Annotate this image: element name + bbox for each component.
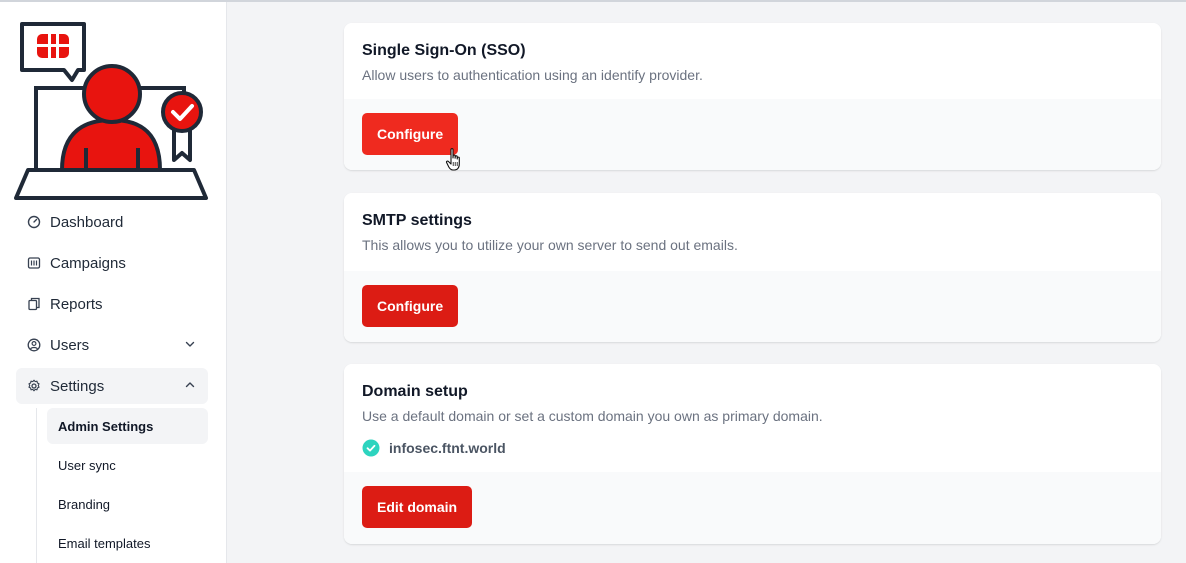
check-circle-icon	[362, 439, 380, 457]
sso-configure-button[interactable]: Configure	[362, 113, 459, 155]
card-title: Single Sign-On (SSO)	[362, 42, 526, 59]
sidebar-item-dashboard[interactable]: Dashboard	[16, 204, 208, 240]
card-footer: Configure	[344, 99, 1161, 170]
card-description: Use a default domain or set a custom dom…	[362, 408, 823, 424]
subnav-item-email-templates[interactable]: Email templates	[47, 525, 208, 561]
settings-subnav: Admin Settings User sync Branding Email …	[36, 408, 208, 563]
reports-icon	[26, 296, 42, 312]
sidebar-item-label: Reports	[50, 295, 103, 313]
domain-value: infosec.ftnt.world	[389, 440, 506, 456]
brand-illustration-icon	[14, 22, 208, 200]
domain-row: infosec.ftnt.world	[362, 439, 1143, 457]
sidebar-item-campaigns[interactable]: Campaigns	[16, 245, 208, 281]
chevron-down-icon	[185, 341, 195, 347]
domain-card: Domain setup Use a default domain or set…	[344, 364, 1161, 544]
user-circle-icon	[26, 337, 42, 353]
sidebar-item-reports[interactable]: Reports	[16, 286, 208, 322]
chevron-up-icon	[185, 382, 195, 388]
sidebar-nav: Dashboard Campaigns Reports Users Settin…	[16, 204, 208, 409]
card-header: SMTP settings This allows you to utilize…	[344, 193, 1161, 254]
sidebar-item-settings[interactable]: Settings	[16, 368, 208, 404]
card-description: This allows you to utilize your own serv…	[362, 237, 738, 253]
gauge-icon	[26, 214, 42, 230]
card-header: Single Sign-On (SSO) Allow users to auth…	[344, 23, 1161, 84]
hand-pointer-icon	[445, 148, 460, 171]
sidebar: Dashboard Campaigns Reports Users Settin…	[0, 2, 227, 563]
sidebar-item-label: Settings	[50, 377, 105, 395]
card-footer: Edit domain	[344, 472, 1161, 544]
subnav-item-user-sync[interactable]: User sync	[47, 447, 208, 483]
sidebar-item-label: Campaigns	[50, 254, 126, 272]
card-title: SMTP settings	[362, 212, 472, 229]
card-title: Domain setup	[362, 383, 468, 400]
card-description: Allow users to authentication using an i…	[362, 67, 703, 83]
card-header: Domain setup Use a default domain or set…	[344, 364, 1161, 457]
subnav-item-branding[interactable]: Branding	[47, 486, 208, 522]
sso-card: Single Sign-On (SSO) Allow users to auth…	[344, 23, 1161, 170]
sidebar-item-label: Dashboard	[50, 213, 124, 231]
gear-icon	[26, 378, 42, 394]
campaign-icon	[26, 255, 42, 271]
sidebar-item-users[interactable]: Users	[16, 327, 208, 363]
sidebar-item-label: Users	[50, 336, 90, 354]
card-footer: Configure	[344, 271, 1161, 342]
smtp-configure-button[interactable]: Configure	[362, 285, 459, 327]
smtp-card: SMTP settings This allows you to utilize…	[344, 193, 1161, 342]
edit-domain-button[interactable]: Edit domain	[362, 486, 473, 528]
subnav-item-admin-settings[interactable]: Admin Settings	[47, 408, 208, 444]
